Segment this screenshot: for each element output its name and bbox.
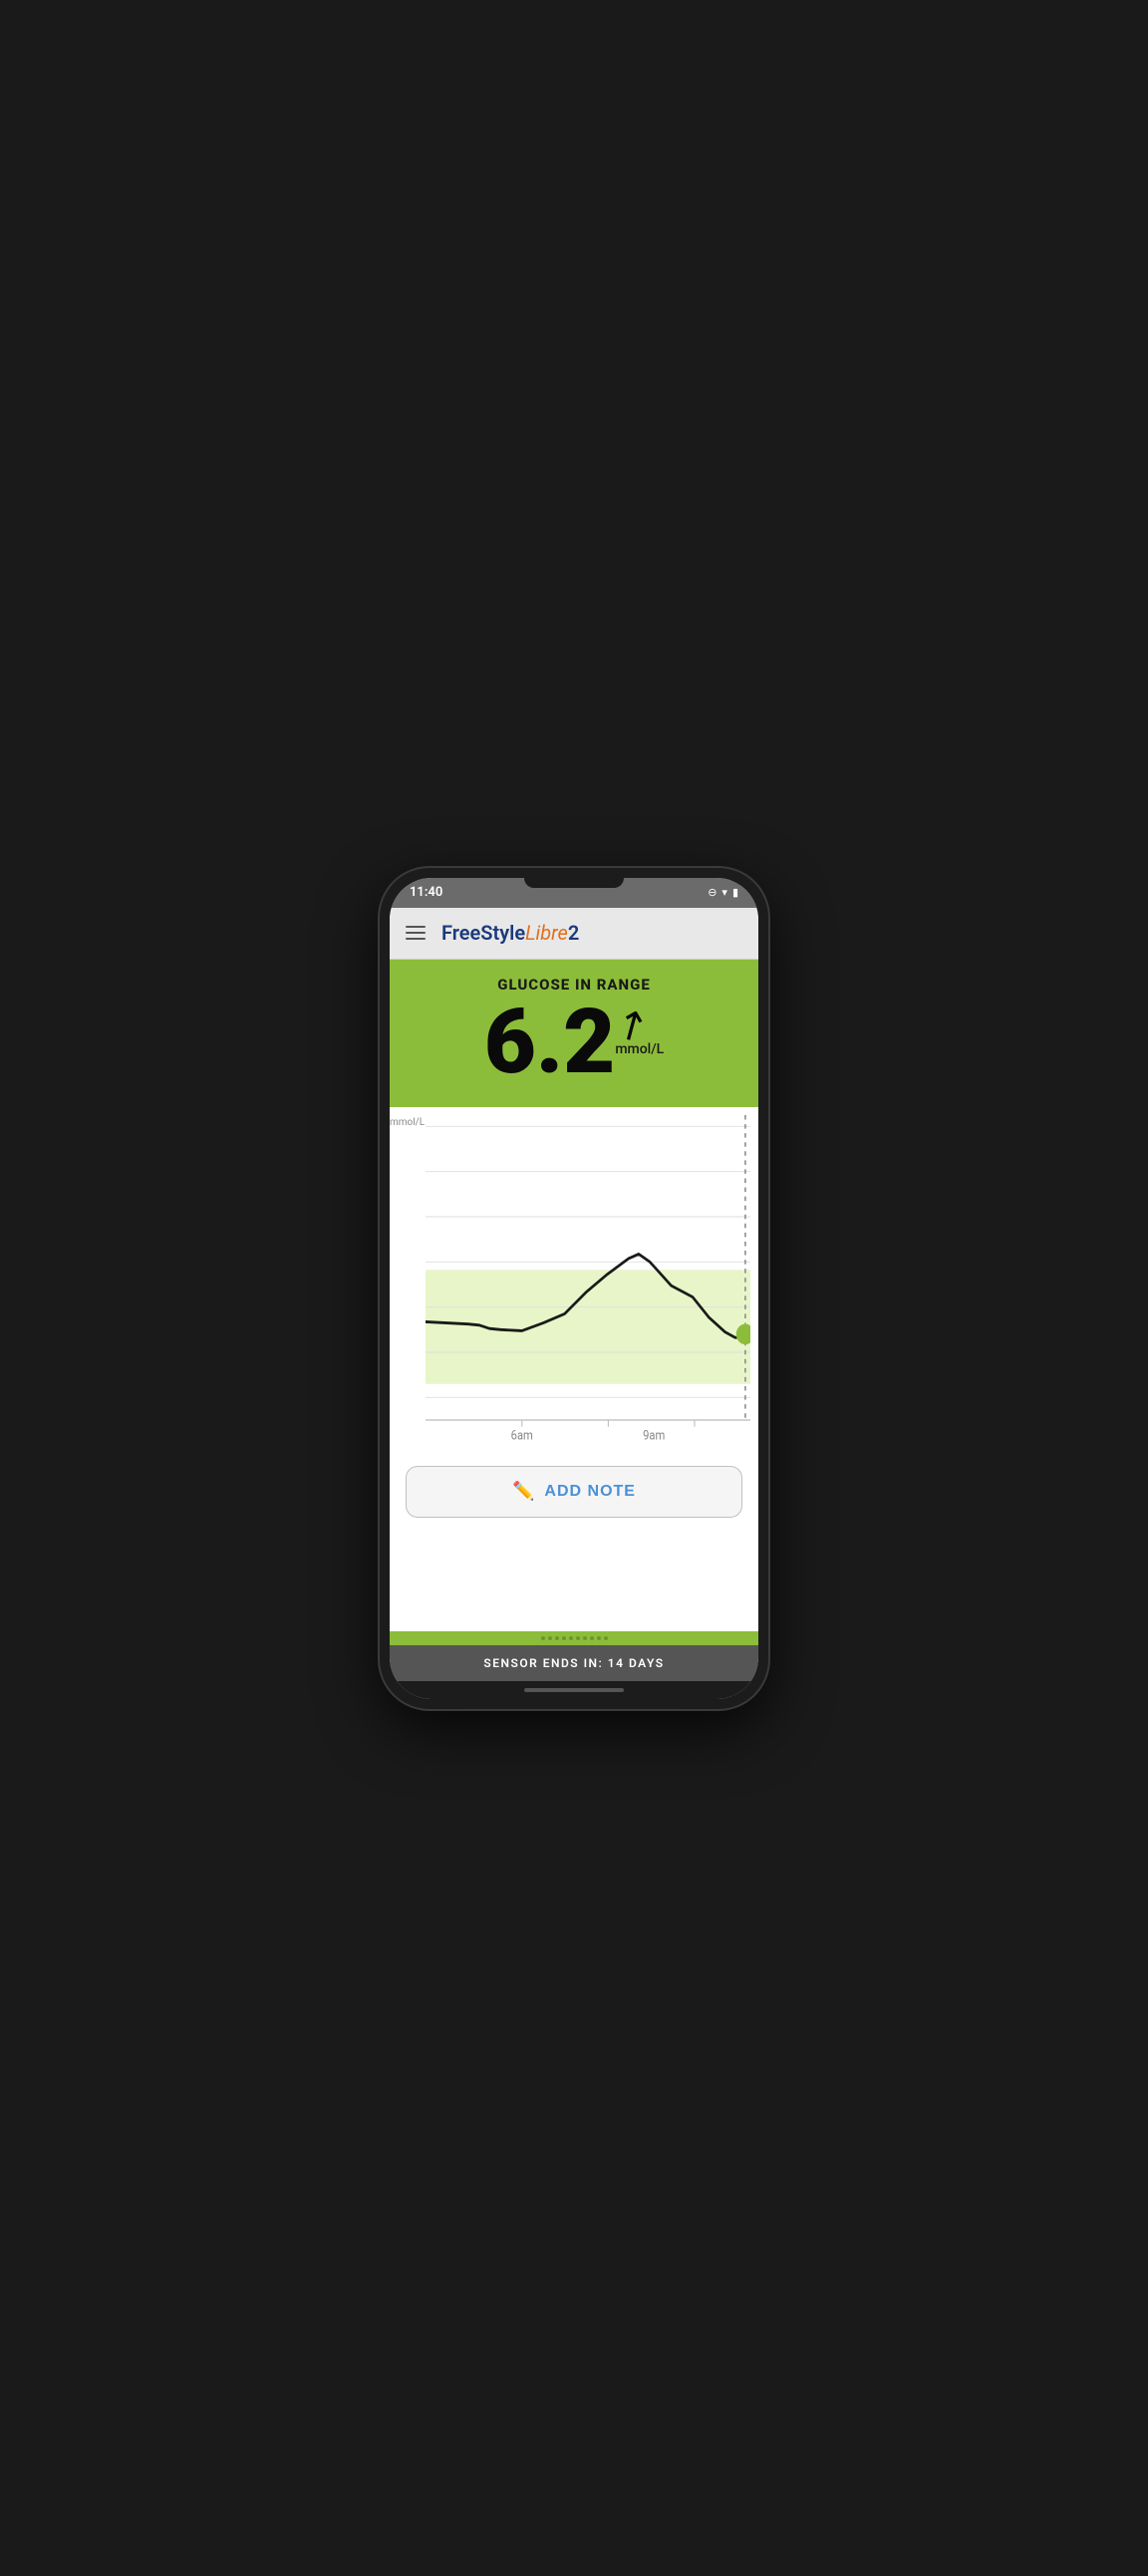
logo-2: 2 [568, 921, 579, 945]
logo-freestyle: FreeStyle [441, 921, 525, 945]
glucose-value-row: 6.2 ↗ mmol/L [410, 998, 738, 1087]
sensor-dot [576, 1636, 580, 1640]
phone-screen: 11:40 ⊖ ▾ ▮ FreeStyle Libre 2 GLUCOSE IN… [390, 878, 758, 1699]
hamburger-line-1 [406, 926, 426, 928]
hamburger-line-3 [406, 938, 426, 940]
sensor-dot [590, 1636, 594, 1640]
glucose-chart: 21 18 15 12 9 6 3 6am 9am [426, 1115, 750, 1454]
glucose-banner: GLUCOSE IN RANGE 6.2 ↗ mmol/L [390, 960, 758, 1107]
sensor-footer: SENSOR ENDS IN: 14 DAYS [390, 1645, 758, 1681]
sensor-dot [562, 1636, 566, 1640]
sensor-dot [597, 1636, 601, 1640]
current-reading-dot [737, 1324, 750, 1342]
status-time: 11:40 [410, 885, 442, 900]
pencil-icon: ✏️ [512, 1481, 534, 1502]
chart-y-axis-label: mmol/L [390, 1117, 425, 1128]
phone-frame: 11:40 ⊖ ▾ ▮ FreeStyle Libre 2 GLUCOSE IN… [380, 868, 768, 1709]
sensor-dot [555, 1636, 559, 1640]
sensor-footer-text: SENSOR ENDS IN: 14 DAYS [483, 1656, 664, 1670]
sensor-dot [604, 1636, 608, 1640]
chart-container: mmol/L 21 [390, 1115, 758, 1454]
add-note-button[interactable]: ✏️ ADD NOTE [406, 1466, 742, 1518]
sensor-dot [569, 1636, 573, 1640]
hamburger-line-2 [406, 932, 426, 934]
sensor-strip-dots [541, 1636, 608, 1640]
home-indicator [390, 1681, 758, 1699]
wifi-icon: ▾ [721, 886, 727, 899]
do-not-disturb-icon: ⊖ [708, 886, 717, 899]
sensor-dot [548, 1636, 552, 1640]
app-logo: FreeStyle Libre 2 [441, 921, 579, 945]
in-range-band [426, 1270, 750, 1383]
sensor-dot [541, 1636, 545, 1640]
bottom-section: ✏️ ADD NOTE [390, 1454, 758, 1528]
menu-button[interactable] [406, 926, 426, 940]
add-note-label: ADD NOTE [544, 1483, 636, 1501]
sensor-dot [583, 1636, 587, 1640]
x-label-9am: 9am [643, 1427, 665, 1442]
x-label-6am: 6am [511, 1427, 533, 1442]
home-bar [524, 1688, 624, 1692]
glucose-arrow-unit: ↗ mmol/L [615, 998, 664, 1057]
sensor-strip [390, 1631, 758, 1645]
app-header: FreeStyle Libre 2 [390, 908, 758, 960]
status-icons: ⊖ ▾ ▮ [708, 886, 738, 899]
phone-notch [524, 878, 624, 888]
battery-icon: ▮ [732, 886, 738, 899]
logo-libre: Libre [525, 921, 568, 945]
glucose-value: 6.2 [484, 998, 616, 1087]
chart-area: mmol/L 21 [390, 1107, 758, 1631]
